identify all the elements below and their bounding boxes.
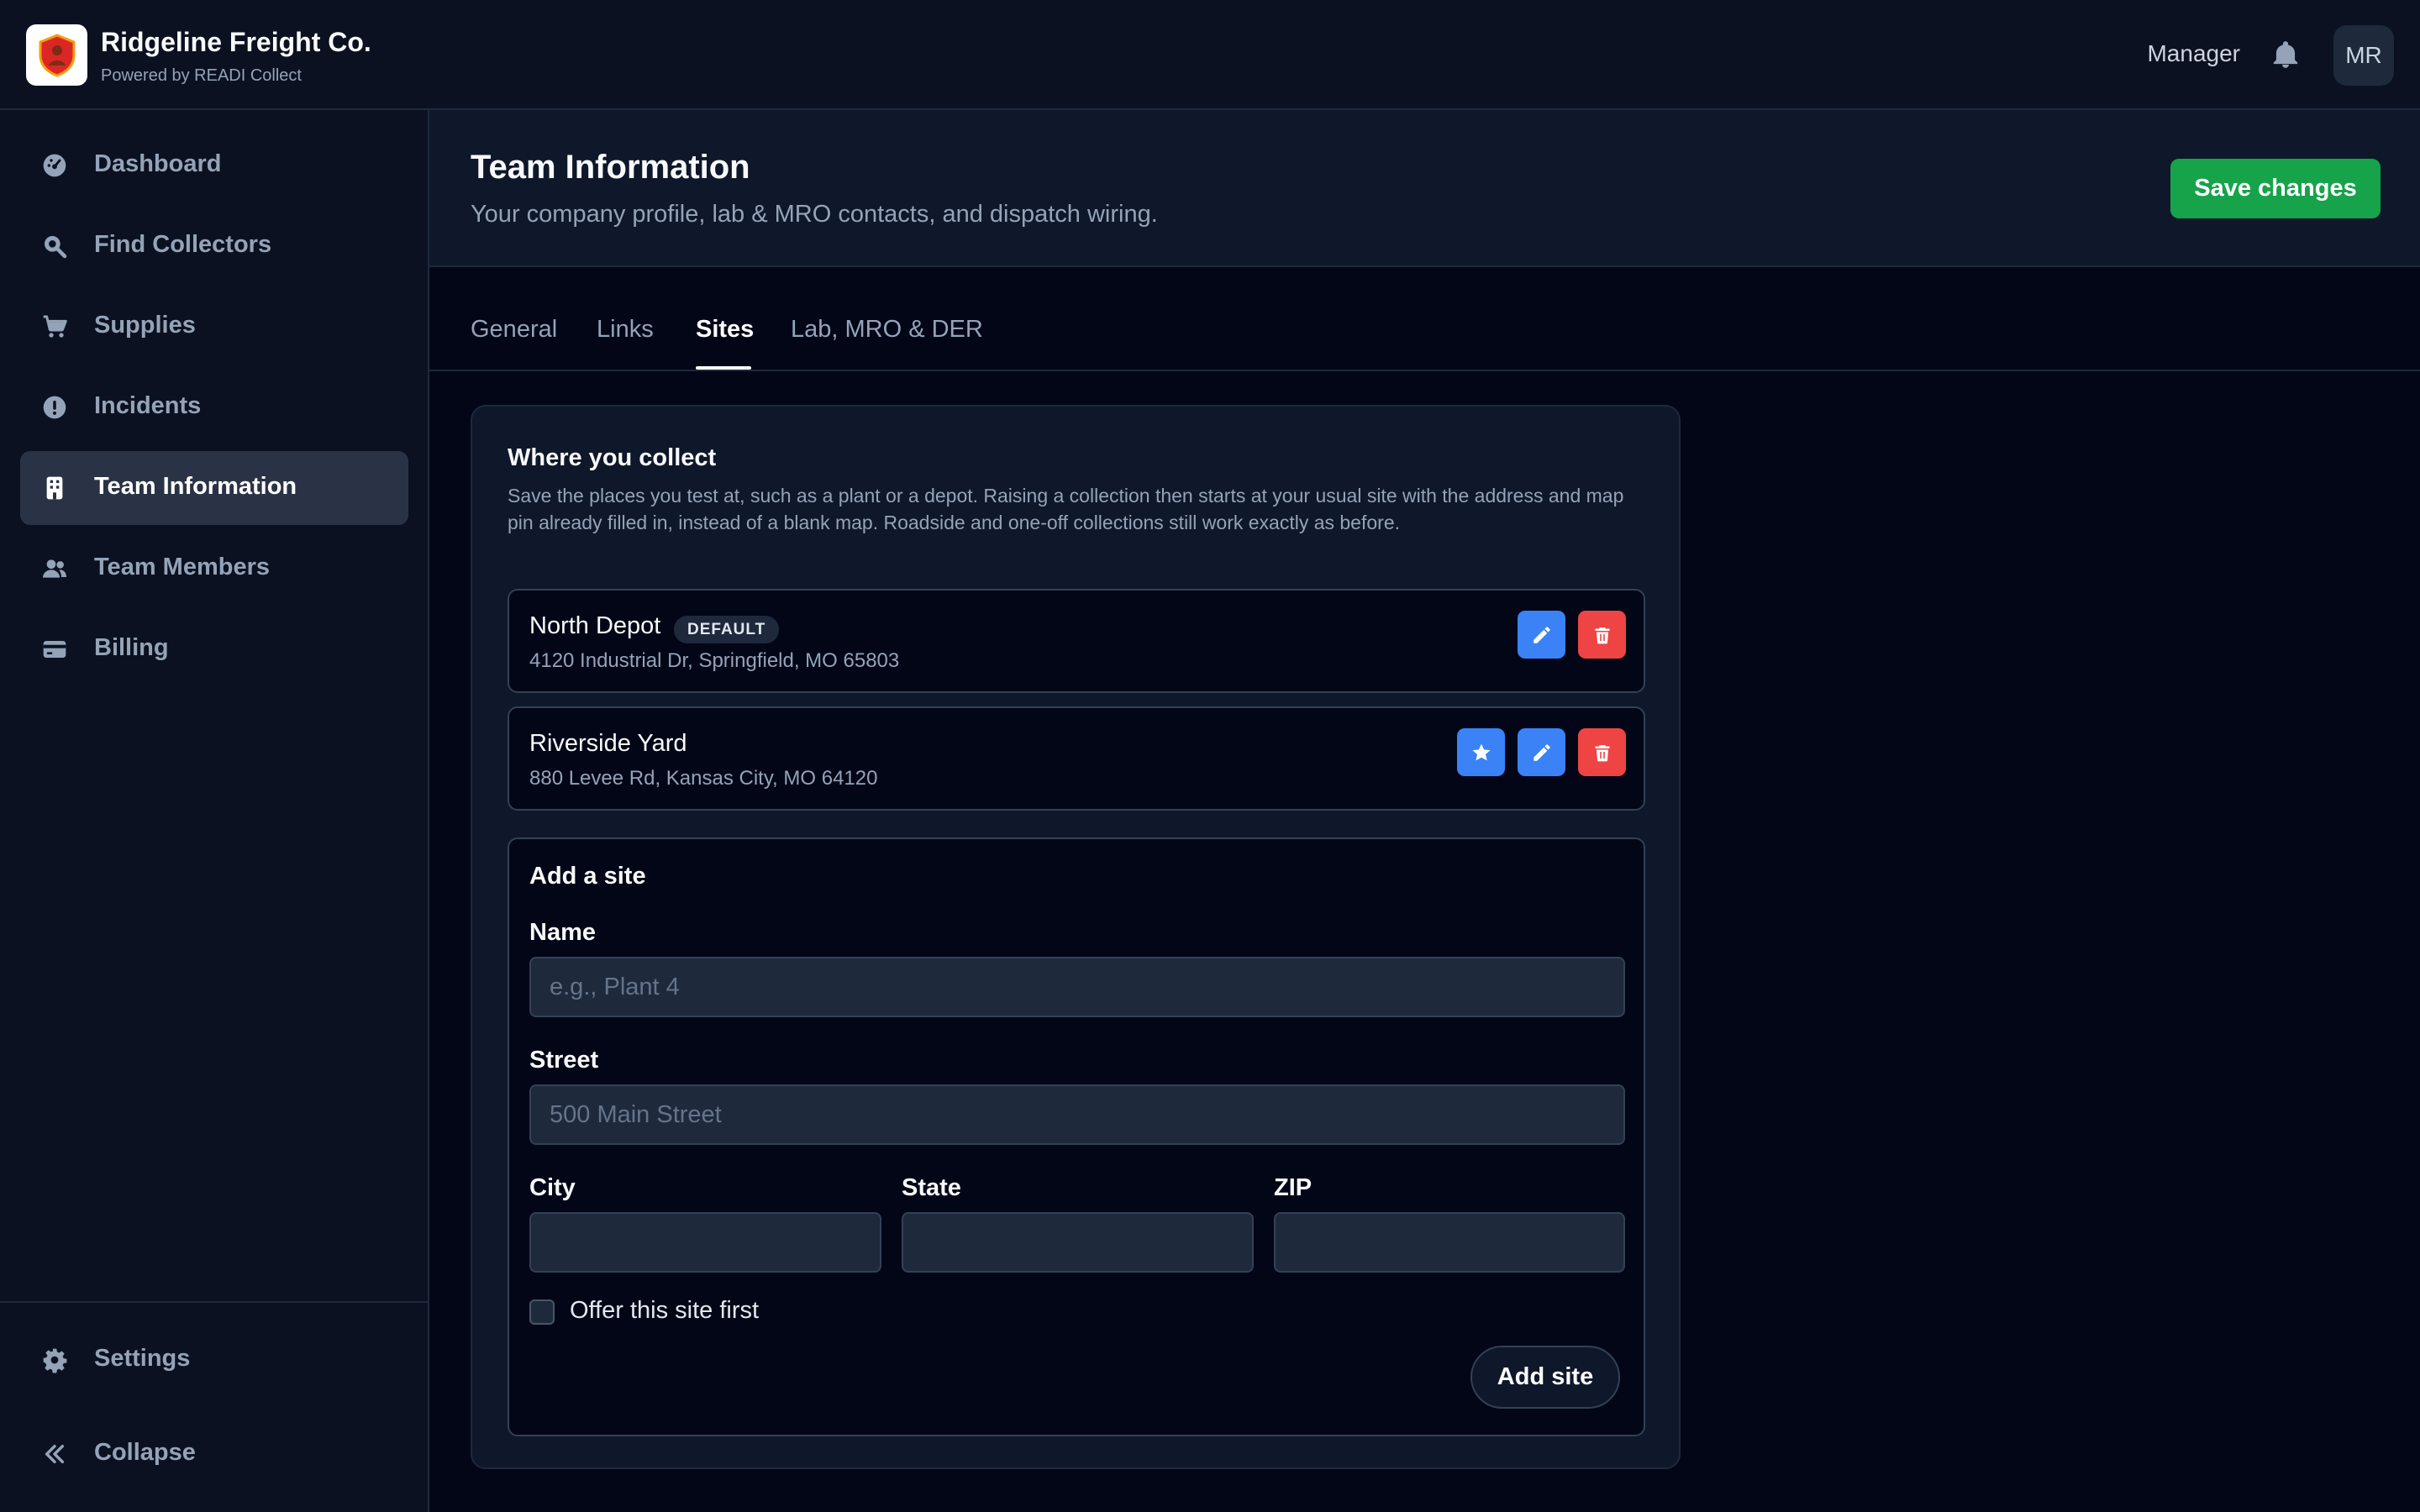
sidebar-item-team-information[interactable]: Team Information (20, 451, 408, 525)
tab-sites[interactable]: Sites (696, 316, 754, 344)
sidebar-item-label: Settings (94, 1345, 191, 1372)
edit-site-button[interactable] (1518, 611, 1565, 659)
cart-icon (41, 313, 68, 340)
sidebar-item-team-members[interactable]: Team Members (20, 532, 408, 606)
save-changes-button[interactable]: Save changes (2170, 159, 2381, 218)
city-label: City (529, 1174, 576, 1201)
sidebar-item-label: Incidents (94, 392, 202, 419)
search-icon (41, 233, 68, 260)
offer-site-first-checkbox[interactable] (529, 1299, 555, 1325)
shield-logo-icon (39, 33, 75, 77)
delete-site-button[interactable] (1578, 728, 1626, 776)
page-title: Team Information (471, 149, 750, 186)
sidebar-item-billing[interactable]: Billing (20, 612, 408, 686)
sidebar-item-label: Team Information (94, 473, 297, 500)
site-row-riverside-yard: Riverside Yard 880 Levee Rd, Kansas City… (508, 706, 1645, 811)
street-label: Street (529, 1047, 599, 1074)
company-name: Ridgeline Freight Co. (101, 27, 371, 57)
dashboard-gauge-icon (41, 152, 68, 179)
city-input[interactable] (529, 1212, 881, 1273)
site-name-input[interactable] (529, 957, 1625, 1017)
pencil-icon (1533, 743, 1550, 761)
sidebar-item-label: Supplies (94, 312, 196, 339)
sidebar-item-find-collectors[interactable]: Find Collectors (20, 209, 408, 283)
sites-card-title: Where you collect (508, 444, 717, 471)
sidebar-item-label: Find Collectors (94, 231, 272, 258)
tab-bar: General Links Sites Lab, MRO & DER (429, 267, 2420, 371)
pencil-icon (1533, 626, 1550, 643)
sites-card: Where you collect Save the places you te… (471, 405, 1681, 1469)
state-label: State (902, 1174, 961, 1201)
sidebar-collapse-button[interactable]: Collapse (20, 1417, 408, 1491)
sidebar-item-incidents[interactable]: Incidents (20, 370, 408, 444)
state-input[interactable] (902, 1212, 1254, 1273)
site-address: 4120 Industrial Dr, Springfield, MO 6580… (529, 649, 900, 672)
top-bar: Ridgeline Freight Co. Powered by READI C… (0, 0, 2420, 110)
name-label: Name (529, 919, 596, 946)
sidebar-item-supplies[interactable]: Supplies (20, 290, 408, 364)
sidebar-item-label: Collapse (94, 1439, 196, 1466)
trash-icon (1595, 627, 1609, 643)
alert-icon (41, 394, 68, 421)
default-badge: DEFAULT (674, 616, 780, 643)
chevrons-left-icon (41, 1441, 68, 1467)
tab-links[interactable]: Links (597, 316, 654, 344)
company-logo[interactable] (26, 24, 87, 86)
notifications-bell-icon[interactable] (2270, 38, 2302, 71)
make-default-site-button[interactable] (1457, 728, 1505, 776)
user-avatar[interactable]: MR (2333, 25, 2394, 86)
page-subtitle: Your company profile, lab & MRO contacts… (471, 201, 1158, 228)
delete-site-button[interactable] (1578, 611, 1626, 659)
add-site-button[interactable]: Add site (1470, 1346, 1620, 1409)
sidebar-item-dashboard[interactable]: Dashboard (20, 129, 408, 202)
sidebar-item-label: Dashboard (94, 150, 222, 177)
sidebar-item-label: Team Members (94, 554, 270, 580)
gear-icon (41, 1347, 68, 1373)
star-icon (1471, 743, 1491, 760)
add-site-form: Add a site Name Street City State ZIP Of… (508, 837, 1645, 1436)
site-name: Riverside Yard (529, 730, 687, 757)
active-tab-indicator (696, 366, 751, 370)
sidebar-item-settings[interactable]: Settings (20, 1323, 408, 1397)
add-site-title: Add a site (529, 863, 646, 890)
edit-site-button[interactable] (1518, 728, 1565, 776)
zip-label: ZIP (1274, 1174, 1313, 1201)
offer-site-first-label[interactable]: Offer this site first (570, 1297, 759, 1325)
page-header: Team Information Your company profile, l… (429, 110, 2420, 267)
site-name: North Depot (529, 612, 661, 639)
tab-general[interactable]: General (471, 316, 557, 344)
tab-lab-mro-der[interactable]: Lab, MRO & DER (791, 316, 983, 344)
zip-input[interactable] (1274, 1212, 1625, 1273)
powered-by-text: Powered by READI Collect (101, 66, 302, 85)
sidebar-divider (0, 1301, 428, 1303)
sidebar: Dashboard Find Collectors Supplies Incid… (0, 110, 429, 1512)
sites-card-description: Save the places you test at, such as a p… (508, 485, 1624, 533)
credit-card-icon (41, 636, 68, 663)
trash-icon (1595, 744, 1609, 761)
site-row-north-depot: North Depot DEFAULT 4120 Industrial Dr, … (508, 589, 1645, 693)
sidebar-item-label: Billing (94, 634, 169, 661)
site-address: 880 Levee Rd, Kansas City, MO 64120 (529, 767, 878, 790)
role-label: Manager (2147, 40, 2240, 66)
building-icon (41, 475, 68, 501)
street-input[interactable] (529, 1084, 1625, 1145)
users-icon (41, 555, 68, 582)
